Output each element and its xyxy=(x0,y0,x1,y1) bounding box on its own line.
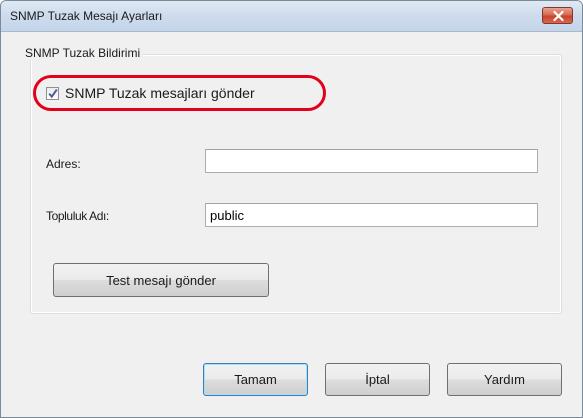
window-title: SNMP Tuzak Mesajı Ayarları xyxy=(10,9,163,23)
dialog-window: SNMP Tuzak Mesajı Ayarları SNMP Tuzak Bi… xyxy=(0,0,583,418)
send-snmp-trap-checkbox[interactable] xyxy=(46,86,59,100)
close-icon xyxy=(553,11,564,21)
dialog-content: SNMP Tuzak Bildirimi SNMP Tuzak mesajlar… xyxy=(9,32,573,409)
ok-button[interactable]: Tamam xyxy=(203,363,308,396)
title-bar[interactable]: SNMP Tuzak Mesajı Ayarları xyxy=(1,1,582,32)
community-name-label: Topluluk Adı: xyxy=(46,209,109,223)
help-button[interactable]: Yardım xyxy=(447,363,562,396)
group-title: SNMP Tuzak Bildirimi xyxy=(22,46,144,60)
send-snmp-trap-checkbox-row[interactable]: SNMP Tuzak mesajları gönder xyxy=(46,82,255,104)
address-label: Adres: xyxy=(46,157,81,171)
address-input[interactable] xyxy=(205,149,538,173)
cancel-button[interactable]: İptal xyxy=(325,363,430,396)
close-button[interactable] xyxy=(542,7,573,24)
send-test-message-button[interactable]: Test mesajı gönder xyxy=(53,263,269,297)
checkmark-icon xyxy=(48,88,58,98)
send-snmp-trap-label: SNMP Tuzak mesajları gönder xyxy=(65,85,255,101)
community-name-input[interactable] xyxy=(205,203,538,227)
